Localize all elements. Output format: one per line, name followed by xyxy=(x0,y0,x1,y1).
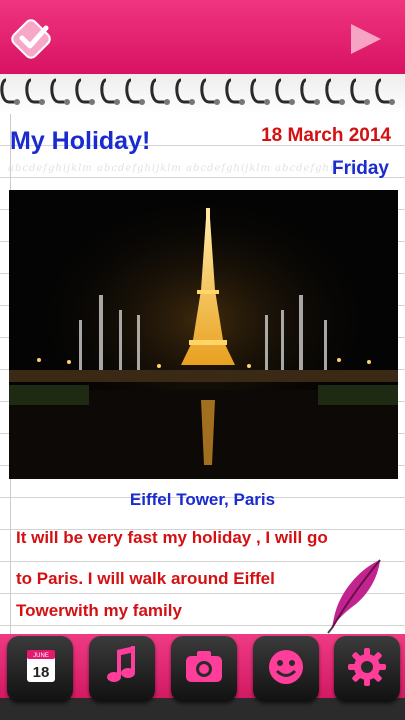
binding-ring xyxy=(175,78,192,104)
camera-icon xyxy=(186,651,222,682)
binding-ring xyxy=(275,78,292,104)
notebook-binding xyxy=(0,74,405,115)
binding-ring xyxy=(200,78,217,104)
top-bar xyxy=(0,0,405,76)
binding-ring xyxy=(150,78,167,104)
next-arrow-icon[interactable] xyxy=(345,20,385,58)
binding-hole xyxy=(264,99,270,105)
entry-title[interactable]: My Holiday! xyxy=(10,127,150,156)
binding-ring xyxy=(50,78,67,104)
binding-hole xyxy=(289,99,295,105)
entry-date[interactable]: 18 March 2014 xyxy=(261,125,391,147)
binding-hole xyxy=(164,99,170,105)
music-button[interactable] xyxy=(89,636,155,702)
music-note-icon xyxy=(107,646,135,682)
binding-hole xyxy=(214,99,220,105)
binding-hole xyxy=(14,99,20,105)
binding-hole xyxy=(64,99,70,105)
camera-button[interactable] xyxy=(171,636,237,702)
binding-ring xyxy=(75,78,92,104)
calendar-month: JUNE xyxy=(33,653,49,659)
calendar-icon: JUNE 18 xyxy=(27,650,55,682)
binding-hole xyxy=(364,99,370,105)
binding-ring xyxy=(325,78,342,104)
binding-ring xyxy=(375,78,392,104)
binding-ring xyxy=(225,78,242,104)
binding-ring xyxy=(300,78,317,104)
entry-day: Friday xyxy=(331,158,389,179)
calendar-day: 18 xyxy=(33,664,50,681)
binding-ring xyxy=(350,78,367,104)
binding-hole xyxy=(189,99,195,105)
quill-pen-icon xyxy=(327,559,381,634)
gear-icon xyxy=(348,648,386,686)
binding-ring xyxy=(250,78,267,104)
checklist-icon[interactable] xyxy=(10,16,56,60)
eiffel-tower-photo xyxy=(9,190,398,479)
emoji-button[interactable] xyxy=(253,636,319,702)
note-line[interactable]: Towerwith my family xyxy=(16,601,182,621)
binding-ring xyxy=(125,78,142,104)
binding-hole xyxy=(239,99,245,105)
binding-hole xyxy=(114,99,120,105)
binding-hole xyxy=(339,99,345,105)
binding-hole xyxy=(39,99,45,105)
note-line[interactable]: It will be very fast my holiday , I will… xyxy=(16,528,328,548)
calendar-button[interactable]: JUNE 18 xyxy=(7,636,73,702)
binding-ring xyxy=(25,78,42,104)
emoji-icon xyxy=(269,650,303,684)
watermark-text: abcdefghijklm abcdefghijklm abcdefghijkl… xyxy=(8,163,360,174)
binding-ring xyxy=(0,78,17,104)
binding-hole xyxy=(89,99,95,105)
binding-hole xyxy=(314,99,320,105)
settings-button[interactable] xyxy=(334,636,400,702)
note-line[interactable]: to Paris. I will walk around Eiffel xyxy=(16,569,275,589)
binding-ring xyxy=(100,78,117,104)
binding-hole xyxy=(139,99,145,105)
photo-caption: Eiffel Tower, Paris xyxy=(129,490,276,509)
entry-photo[interactable] xyxy=(9,190,398,479)
binding-hole xyxy=(389,99,395,105)
